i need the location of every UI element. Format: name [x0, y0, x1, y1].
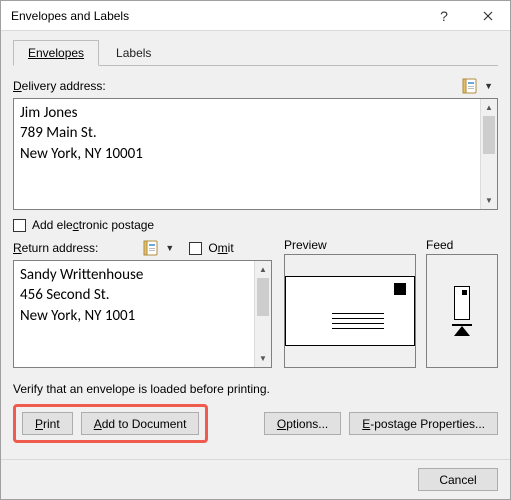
epostage-properties-button[interactable]: E-postage Properties... [349, 412, 498, 435]
delivery-label-row: Delivery address: ▼ [13, 76, 498, 96]
caret-down-icon: ▼ [484, 81, 493, 91]
options-button[interactable]: Options... [264, 412, 341, 435]
delivery-addressbook-button[interactable]: ▼ [457, 76, 498, 96]
address-book-icon [143, 240, 161, 256]
cancel-button[interactable]: Cancel [418, 468, 498, 491]
delivery-address-field[interactable]: Jim Jones 789 Main St. New York, NY 1000… [13, 98, 498, 210]
dialog-body: Envelopes Labels Delivery address: ▼ Jim… [1, 31, 510, 459]
add-to-document-button[interactable]: Add to Document [81, 412, 200, 435]
scroll-thumb[interactable] [483, 116, 495, 154]
electronic-postage-checkbox[interactable] [13, 219, 26, 232]
scrollbar[interactable]: ▲ ▼ [480, 99, 497, 209]
tab-envelopes[interactable]: Envelopes [13, 40, 99, 66]
dialog-footer: Cancel [1, 459, 510, 499]
omit-checkbox[interactable] [189, 242, 202, 255]
help-button[interactable]: ? [422, 1, 466, 31]
preview-box[interactable] [284, 254, 416, 368]
feed-label: Feed [426, 238, 498, 252]
return-label-row: Return address: ▼ Omit [13, 238, 272, 258]
omit-row[interactable]: Omit [189, 241, 233, 255]
mid-row: Return address: ▼ Omit [13, 238, 498, 368]
return-address-field[interactable]: Sandy Writtenhouse 456 Second St. New Yo… [13, 260, 272, 368]
omit-label: Omit [208, 241, 233, 255]
electronic-postage-row[interactable]: Add electronic postage [13, 218, 498, 232]
delivery-label: Delivery address: [13, 79, 106, 93]
feed-box[interactable] [426, 254, 498, 368]
caret-down-icon: ▼ [165, 243, 174, 253]
electronic-postage-label: Add electronic postage [32, 218, 154, 232]
close-button[interactable] [466, 1, 510, 31]
window-title: Envelopes and Labels [11, 9, 422, 23]
preview-panel: Preview [284, 238, 416, 368]
preview-label: Preview [284, 238, 416, 252]
return-label: Return address: [13, 241, 98, 255]
print-button[interactable]: Print [22, 412, 73, 435]
scroll-up-icon[interactable]: ▲ [255, 261, 271, 278]
return-addressbook-button[interactable]: ▼ [138, 238, 179, 258]
verify-text: Verify that an envelope is loaded before… [13, 382, 498, 396]
button-row: Print Add to Document Options... E-posta… [13, 404, 498, 443]
highlight-annotation: Print Add to Document [13, 404, 208, 443]
return-address-value: Sandy Writtenhouse 456 Second St. New Yo… [14, 261, 271, 367]
tabstrip: Envelopes Labels [13, 39, 498, 66]
delivery-address-value: Jim Jones 789 Main St. New York, NY 1000… [14, 99, 497, 209]
address-book-icon [462, 78, 480, 94]
scrollbar[interactable]: ▲ ▼ [254, 261, 271, 367]
envelopes-labels-dialog: Envelopes and Labels ? Envelopes Labels … [0, 0, 511, 500]
envelope-preview-icon [285, 276, 415, 346]
close-icon [483, 11, 493, 21]
titlebar: Envelopes and Labels ? [1, 1, 510, 31]
feed-panel: Feed [426, 238, 498, 368]
tab-labels[interactable]: Labels [101, 40, 166, 66]
scroll-down-icon[interactable]: ▼ [255, 350, 271, 367]
scroll-up-icon[interactable]: ▲ [481, 99, 497, 116]
return-column: Return address: ▼ Omit [13, 238, 272, 368]
right-column: Preview Feed [284, 238, 498, 368]
feed-orientation-icon [449, 286, 475, 336]
scroll-down-icon[interactable]: ▼ [481, 192, 497, 209]
scroll-thumb[interactable] [257, 278, 269, 316]
